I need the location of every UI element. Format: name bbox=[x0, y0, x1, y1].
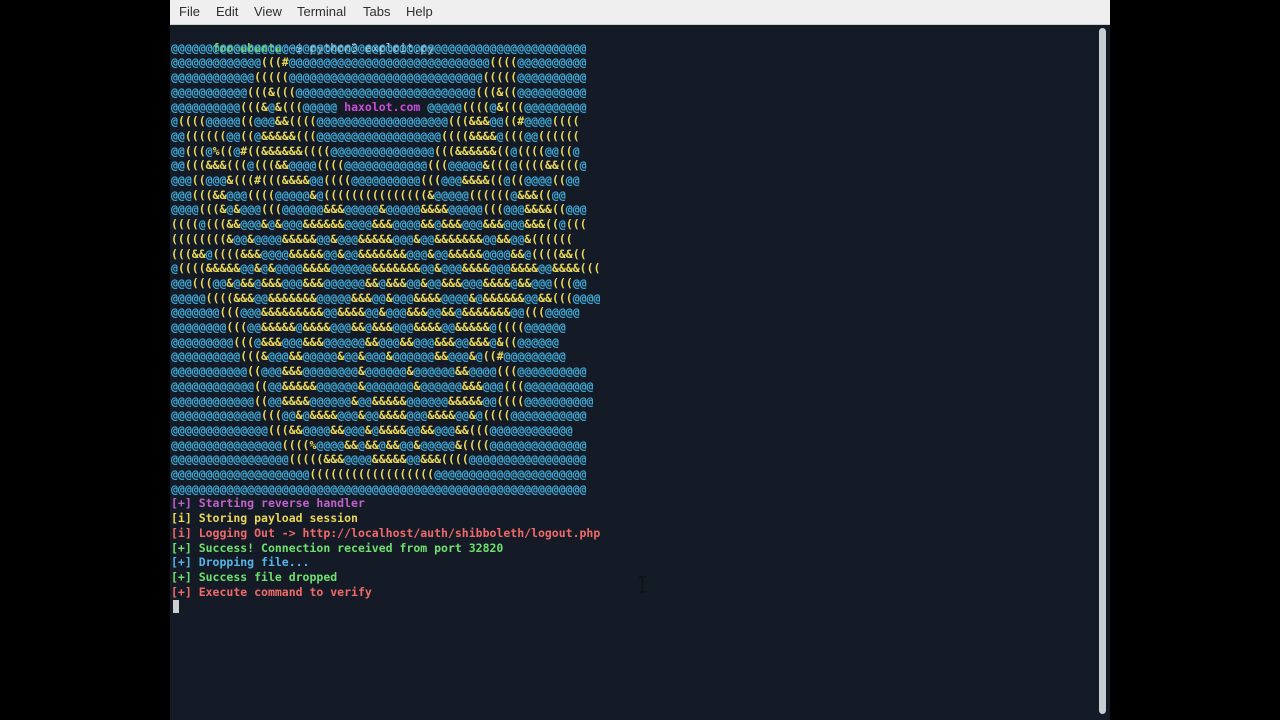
output-text: Success! Connection received from port 3… bbox=[191, 540, 504, 555]
ascii-art-line: (((&&@((((&&&@@@@&&&&&@@&@@&&&&&&&@@@&@@… bbox=[171, 246, 587, 261]
banner-url-text: haxolot.com bbox=[344, 99, 421, 114]
terminal-content[interactable]: foo@ubuntu:~$ python3 exploit.py @@@@@@@… bbox=[171, 25, 1095, 720]
output-line: [+] Starting reverse handler bbox=[171, 496, 365, 511]
output-text: Storing payload session bbox=[191, 511, 358, 526]
ascii-art-line: @@@@@@@@@@@((@@@&&&@@@@@@@@&@@@@@@&@@@@@… bbox=[171, 364, 587, 379]
menu-file[interactable]: File bbox=[179, 4, 200, 19]
ascii-art-line: @@@(((@@&@&&@&&&@@@&&&@@@@@@&&@&&&@@&@@&… bbox=[171, 275, 587, 290]
menu-edit[interactable]: Edit bbox=[216, 4, 238, 19]
terminal-window: File Edit View Terminal Tabs Help foo@ub… bbox=[170, 0, 1110, 720]
status-tag: [+] bbox=[171, 540, 192, 555]
output-line: [+] Success file dropped bbox=[171, 570, 337, 585]
ascii-art-line: @@@@@@@@@@@@((@@&&&&@@@@@@&@@&&&&&@@@@@@… bbox=[171, 393, 594, 408]
status-tag: [i] bbox=[171, 525, 192, 540]
ascii-art-line: @@@@@@@@@@@@(((((@@@@@@@@@@@@@@@@@@@@@@@… bbox=[171, 70, 587, 85]
menu-terminal[interactable]: Terminal bbox=[297, 4, 346, 19]
menu-bar: File Edit View Terminal Tabs Help bbox=[170, 0, 1110, 25]
menu-help[interactable]: Help bbox=[406, 4, 433, 19]
ascii-art-line: @((((&&&&&@@&@&@@@@&&&&@@@@@@&&&&&&&@@&@… bbox=[171, 261, 601, 276]
status-tag: [i] bbox=[171, 511, 192, 526]
ascii-art-line: @@@@@@@@@@@(((&(((@@@@@@@@@@@@@@@@@@@@@@… bbox=[171, 84, 587, 99]
scrollbar-thumb[interactable] bbox=[1099, 28, 1106, 714]
ascii-art-line: @@(((&&&(((@(((&&@@@@((((@@@@@@@@@@@@(((… bbox=[171, 158, 587, 173]
ascii-art-line: @@@@@@@(((@@@&&&&&&&&&@@&&&&@@&@@@&&&@@&… bbox=[171, 305, 580, 320]
ascii-art-line: @@@@@@@@@@@@@@@@@@@@@@@@@@@@@@@@@@@@@@@@… bbox=[171, 481, 587, 496]
status-tag: [+] bbox=[171, 496, 192, 511]
ascii-art-line: @@@@@@@@@@@@@(((#@@@@@@@@@@@@@@@@@@@@@@@… bbox=[171, 55, 587, 70]
output-line: [+] Execute command to verify bbox=[171, 585, 372, 600]
output-line: [i] Logging Out -> http://localhost/auth… bbox=[171, 526, 600, 541]
status-tag: [+] bbox=[171, 555, 192, 570]
ascii-art-line: @@@((@@@&(((#(((&&&&@@((((@@@@@@@@@@(((@… bbox=[171, 173, 580, 187]
ascii-art-line: @@@@@@@@(((@@&&&&&@&&&&@@@&&@&&&@@@&&&&@… bbox=[171, 320, 566, 334]
output-line: [+] Success! Connection received from po… bbox=[171, 541, 503, 556]
status-tag: [+] bbox=[171, 569, 192, 584]
menu-view[interactable]: View bbox=[254, 4, 282, 19]
ascii-art-line: @((((@@@@@((@@@&&((((@@@@@@@@@@@@@@@@@@@… bbox=[171, 114, 580, 129]
prompt-line: foo@ubuntu:~$ python3 exploit.py bbox=[171, 26, 435, 55]
ascii-art-line: @@@@@@@@@@@@@@@@@@@@((((((((((((((((((@@… bbox=[171, 467, 587, 481]
ascii-art-line: ((((@(((&&@@@&@&@@@&&&&&&@@@@&&&@@@@&&@&… bbox=[171, 217, 587, 232]
ascii-art-line: @@((((((@@((@&&&&&(((@@@@@@@@@@@@@@@@@@(… bbox=[171, 128, 580, 143]
ascii-art-line: @@@@@@@@@@@@@@@@@(((((&&&@@@@&&&&&@@&&&(… bbox=[171, 452, 587, 467]
text-cursor-icon bbox=[639, 576, 646, 593]
ascii-art-line: @@@@@@@@@(((@&&&@@@&&&@@@@@@&&@@@&&@@@&&… bbox=[171, 334, 559, 349]
ascii-art-line: @@@@@@@@@@@@((@@&&&&&@@@@@@&@@@@@@@&@@@@… bbox=[171, 378, 594, 393]
output-text: Starting reverse handler bbox=[191, 496, 365, 511]
status-tag: [+] bbox=[171, 584, 192, 599]
ascii-art-line: @@@@@@@@@@(((&@@@&&@@@@@&@@&@@@&@@@@@@&&… bbox=[171, 349, 566, 364]
terminal-cursor bbox=[173, 600, 179, 614]
ascii-art-line: @@@@(((&@&@@@(((@@@@@@&&&@@@@@&@@@@@&&&&… bbox=[171, 202, 587, 217]
ascii-art-line: @@@@@@@@@@@@@@(((&&@@@@&&@@@&@&&&&@@&&@@… bbox=[171, 422, 573, 437]
output-text: Success file dropped bbox=[191, 569, 338, 584]
scrollbar[interactable] bbox=[1095, 25, 1110, 720]
ascii-art-line: ((((((((&@@&@@@@&&&&&@@&@@@&&&&&@@@&@@&&… bbox=[171, 231, 573, 246]
ascii-art-line: @@@@@@@@@@@@@@@@@@@@@@@@@@@@@@@@@@@@@@@@… bbox=[171, 40, 587, 55]
ascii-art-line: @@@@@@@@@@(((&@&(((@@@@@ haxolot.com @@@… bbox=[171, 99, 587, 114]
ascii-art-line: @@@@@@@@@@@@@@@@((((%@@@@&&@&&@&&@@&@@@@… bbox=[171, 437, 587, 452]
ascii-art-line: @@@@@((((&&&@@&&&&&&&@@@@@&&&@@&@@@&&&&@… bbox=[171, 290, 601, 305]
output-line: [+] Dropping file... bbox=[171, 555, 309, 570]
output-text: Dropping file... bbox=[191, 555, 310, 570]
output-text: Execute command to verify bbox=[191, 584, 372, 599]
ascii-art-line: @@@(((&&@@@((((@@@@@&@(((((((((((((((&@@… bbox=[171, 187, 566, 202]
output-line: [i] Storing payload session bbox=[171, 511, 358, 526]
ascii-art-line: @@(((@%((@#((&&&&&&((((@@@@@@@@@@@@@@@((… bbox=[171, 143, 580, 158]
output-text: Logging Out -> http://localhost/auth/shi… bbox=[191, 525, 601, 540]
ascii-art-line: @@@@@@@@@@@@@(((@@&@&&&&@@@&@@&&&&@@@&&&… bbox=[171, 408, 587, 423]
menu-tabs[interactable]: Tabs bbox=[363, 4, 390, 19]
